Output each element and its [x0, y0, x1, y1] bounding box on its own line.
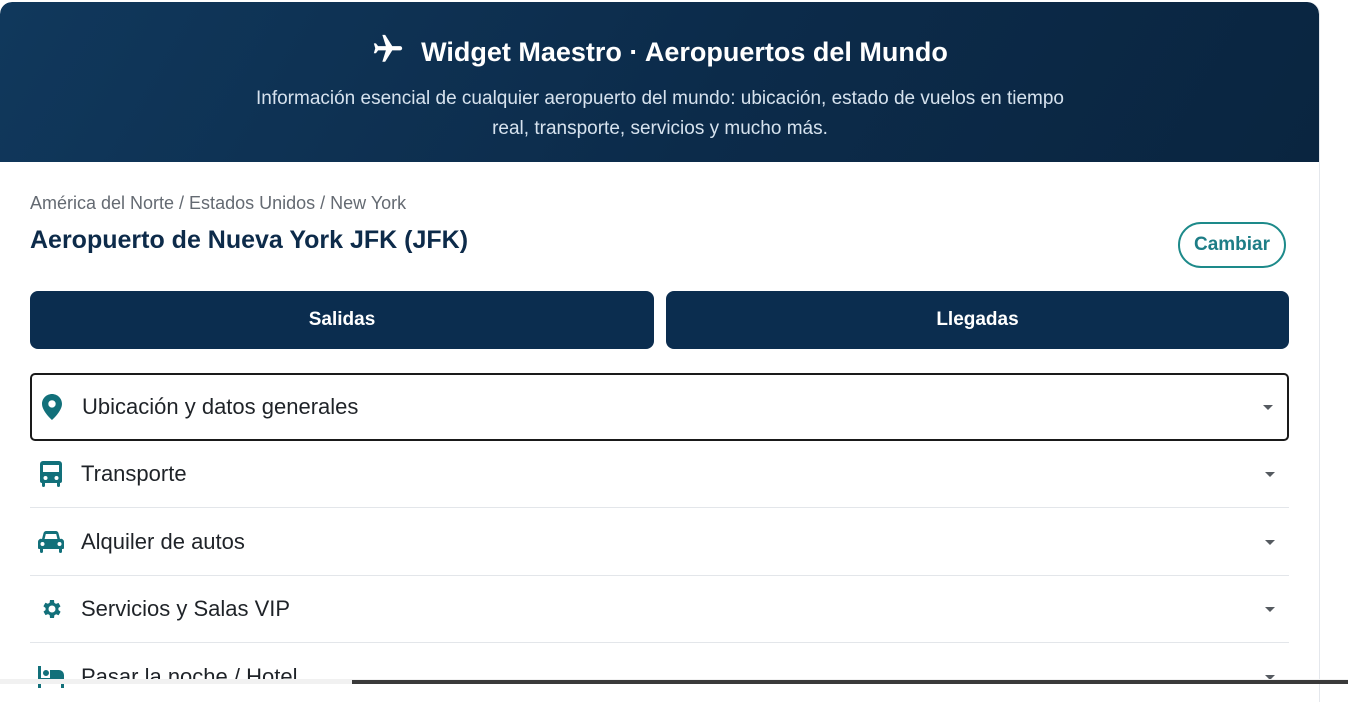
- location-pin-icon: [39, 394, 65, 420]
- section-label: Pasar la noche / Hotel: [81, 664, 298, 689]
- breadcrumb: América del Norte / Estados Unidos / New…: [30, 193, 407, 213]
- section-label: Servicios y Salas VIP: [81, 596, 291, 621]
- section-label: Transporte: [81, 461, 187, 486]
- car-icon: [38, 529, 64, 555]
- chevron-down-icon: [1265, 606, 1275, 612]
- section-car-rental[interactable]: Alquiler de autos: [30, 509, 1289, 576]
- bed-icon: [38, 664, 64, 690]
- header-subtitle: Información esencial de cualquier aeropu…: [255, 88, 1064, 139]
- change-airport-button[interactable]: Cambiar: [1178, 222, 1286, 268]
- arrivals-button[interactable]: Llegadas: [666, 291, 1289, 349]
- widget-header: Widget Maestro · Aeropuertos del Mundo I…: [0, 2, 1319, 162]
- section-label: Ubicación y datos generales: [82, 394, 359, 419]
- chevron-down-icon: [1265, 471, 1275, 477]
- chevron-down-icon: [1263, 404, 1273, 410]
- departures-button[interactable]: Salidas: [30, 291, 654, 349]
- header-title: Widget Maestro · Aeropuertos del Mundo: [421, 37, 948, 67]
- section-transport[interactable]: Transporte: [30, 441, 1289, 508]
- header-title-row: Widget Maestro · Aeropuertos del Mundo: [0, 32, 1319, 73]
- airport-widget: Widget Maestro · Aeropuertos del Mundo I…: [0, 2, 1320, 702]
- section-label: Alquiler de autos: [81, 529, 245, 554]
- bus-icon: [38, 461, 64, 487]
- section-services-vip[interactable]: Servicios y Salas VIP: [30, 576, 1289, 643]
- gear-icon: [38, 596, 64, 622]
- airplane-icon: [371, 32, 405, 73]
- section-location[interactable]: Ubicación y datos generales: [30, 373, 1289, 441]
- chevron-down-icon: [1265, 539, 1275, 545]
- section-hotel[interactable]: Pasar la noche / Hotel: [30, 644, 1289, 702]
- airport-title: Aeropuerto de Nueva York JFK (JFK): [30, 226, 469, 254]
- horizontal-scrollbar-thumb[interactable]: [352, 680, 1348, 684]
